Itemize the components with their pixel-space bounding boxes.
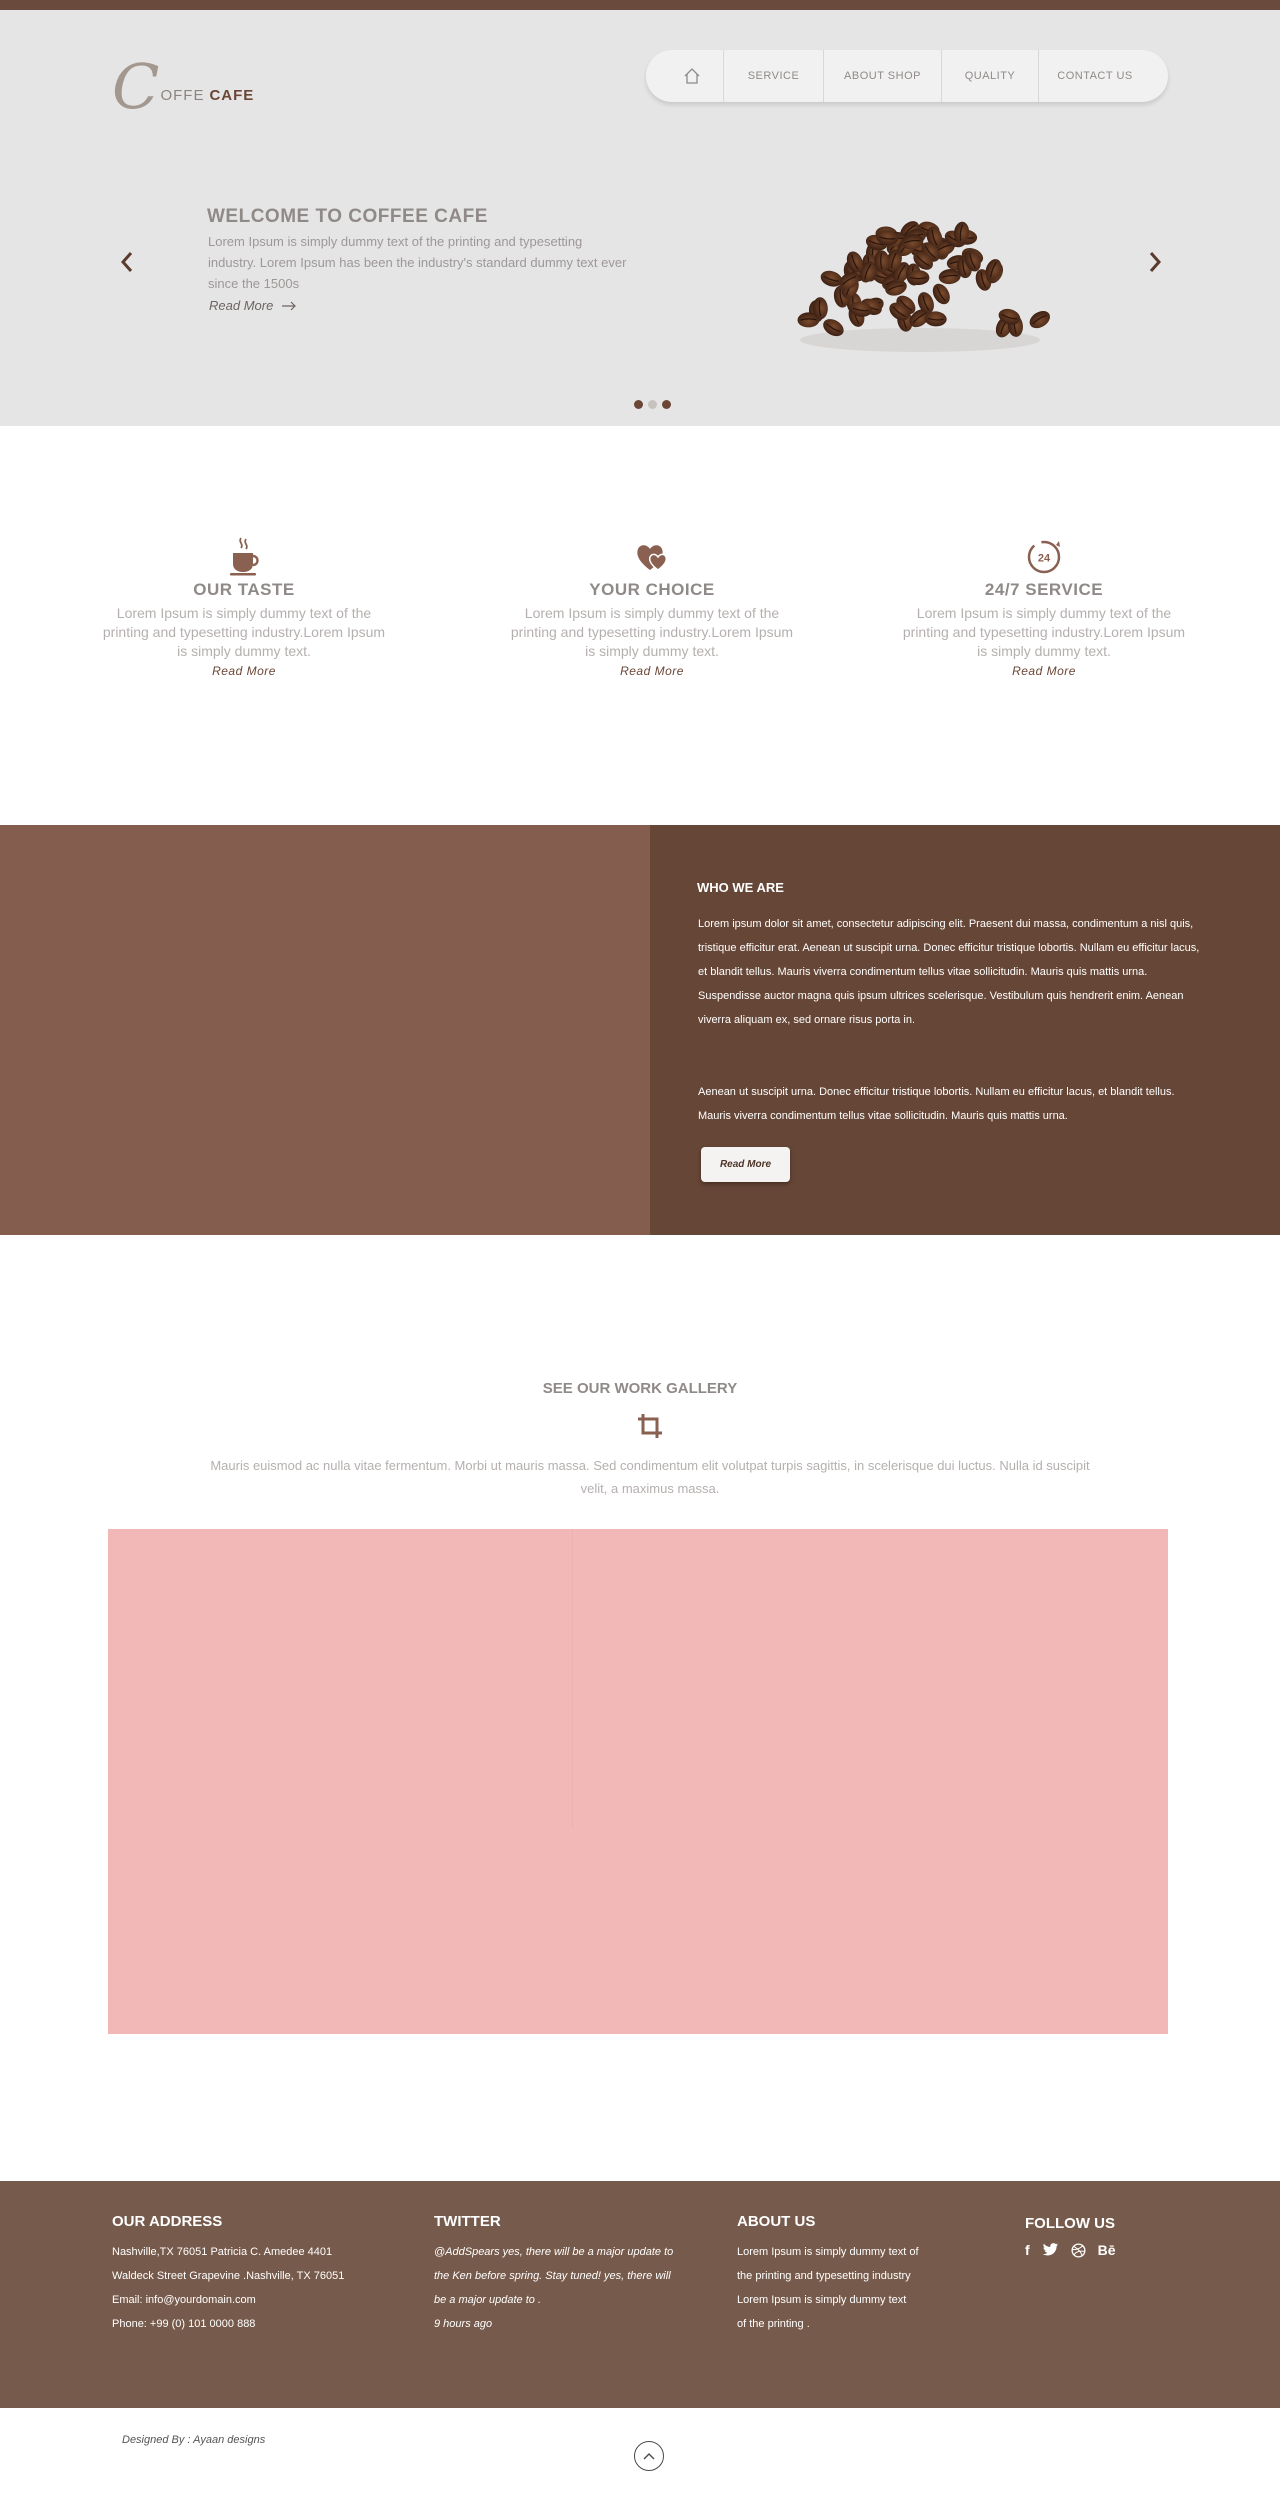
slider-dot[interactable] [634,400,643,409]
footer-about-line: of the printing . [737,2318,810,2330]
feature-our-taste: OUR TASTE Lorem Ipsum is simply dummy te… [94,536,394,678]
footer-address-line: Nashville,TX 76051 Patricia C. Amedee 44… [112,2246,333,2258]
tweet-line[interactable]: @AddSpears yes, there will be a major up… [434,2240,673,2264]
coffee-cup-icon [230,537,259,576]
footer-address-title: OUR ADDRESS [112,2213,223,2230]
gallery-title: SEE OUR WORK GALLERY [542,1380,738,1397]
coffee-beans-image [797,221,1050,352]
gallery-divider [572,1529,573,1829]
slider-dots [634,400,671,409]
about-paragraph-1: Lorem ipsum dolor sit amet, consectetur … [698,918,1200,1026]
about-paragraph-2: Aenean ut suscipit urna. Donec efficitur… [698,1086,1175,1122]
hero-read-more-label: Read More [209,298,274,313]
hero-section: C OFFE CAFE SERVICE ABOUT SHOP QUALITY C… [0,10,1280,426]
footer-about-line: Lorem Ipsum is simply dummy text of [737,2246,919,2258]
gallery-area [108,1529,1168,2034]
footer-address-line: Waldeck Street Grapevine .Nashville, TX … [112,2270,345,2282]
chevron-right-icon [1149,252,1162,272]
tweet-line: the Ken before spring. Stay tuned! yes, … [434,2270,671,2282]
footer-twitter: TWITTER @AddSpears yes, there will be a … [434,2213,673,2336]
heart-icon [637,545,668,571]
feature-title: 24/7 SERVICE [984,580,1104,599]
slider-dot[interactable] [648,400,657,409]
feature-text: Lorem Ipsum is simply dummy text of the … [902,605,1186,659]
logo[interactable]: C OFFE CAFE [112,48,254,118]
nav-item-contact-us[interactable]: CONTACT US [1039,50,1151,102]
dribbble-icon[interactable] [1071,2242,1086,2258]
feature-title: YOUR CHOICE [589,580,715,599]
feature-247-service: 24 24/7 SERVICE Lorem Ipsum is simply du… [894,536,1194,678]
behance-icon[interactable]: Bē [1098,2242,1116,2258]
about-image-panel [0,825,650,1235]
home-icon [684,68,699,84]
top-bar [0,0,1280,10]
facebook-icon[interactable]: f [1025,2242,1030,2258]
gallery-description: Mauris euismod ac nulla vitae fermentum.… [210,1458,1090,1496]
about-title: WHO WE ARE [697,880,784,895]
footer-phone: Phone: +99 (0) 101 0000 888 [112,2318,256,2330]
hero-title: WELCOME TO COFFEE CAFE [207,206,488,227]
footer-twitter-title: TWITTER [434,2213,501,2230]
nav-home[interactable] [660,50,724,102]
about-read-more-button[interactable]: Read More [701,1147,790,1182]
feature-your-choice: YOUR CHOICE Lorem Ipsum is simply dummy … [502,536,802,678]
hero-read-more-link[interactable]: Read More [209,298,297,313]
chevron-left-icon [120,252,133,272]
logo-initial: C [112,50,160,123]
feature-read-more-link[interactable]: Read More [94,664,394,678]
social-links: f Bē [1025,2242,1116,2258]
feature-read-more-link[interactable]: Read More [502,664,802,678]
svg-text:24: 24 [1038,553,1051,565]
tweet-line: be a major update to . [434,2294,542,2306]
designer-credit: Designed By : Ayaan designs [122,2434,266,2446]
slider-next-button[interactable] [1140,242,1170,282]
logo-word-1: OFFE [160,87,205,104]
24-hours-icon: 24 [1027,540,1061,574]
slider-dot[interactable] [662,400,671,409]
chevron-up-icon [643,2453,655,2460]
footer-about: ABOUT US Lorem Ipsum is simply dummy tex… [737,2213,919,2336]
feature-read-more-link[interactable]: Read More [894,664,1194,678]
arrow-right-icon [282,301,297,310]
main-nav: SERVICE ABOUT SHOP QUALITY CONTACT US [646,50,1168,102]
feature-text: Lorem Ipsum is simply dummy text of the … [510,605,794,659]
footer-about-line: the printing and typesetting industry [737,2270,911,2282]
back-to-top-button[interactable] [634,2441,664,2471]
crop-icon [638,1414,662,1438]
nav-item-about-shop[interactable]: ABOUT SHOP [824,50,942,102]
footer-follow: FOLLOW US f Bē [1025,2213,1116,2258]
footer-address: OUR ADDRESS Nashville,TX 76051 Patricia … [112,2213,344,2336]
footer-about-line: Lorem Ipsum is simply dummy text [737,2294,907,2306]
footer-about-title: ABOUT US [737,2213,816,2230]
nav-item-service[interactable]: SERVICE [724,50,824,102]
feature-text: Lorem Ipsum is simply dummy text of the … [102,605,386,659]
feature-title: OUR TASTE [193,580,295,599]
twitter-icon[interactable] [1042,2243,1059,2257]
nav-item-quality[interactable]: QUALITY [942,50,1039,102]
footer-email[interactable]: Email: info@yourdomain.com [112,2288,344,2312]
footer-follow-title: FOLLOW US [1025,2215,1115,2232]
hero-text: Lorem Ipsum is simply dummy text of the … [208,234,627,291]
slider-prev-button[interactable] [112,242,142,282]
tweet-time: 9 hours ago [434,2318,493,2330]
logo-word-2: CAFE [209,87,255,104]
